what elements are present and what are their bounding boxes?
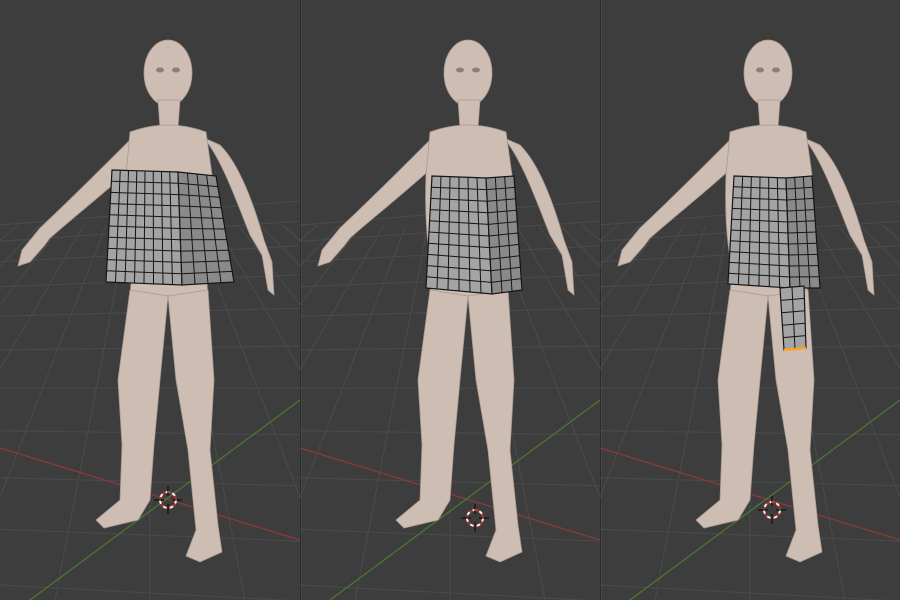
grid-line — [354, 224, 429, 600]
garment-mesh — [105, 169, 235, 286]
grid-line — [600, 224, 663, 306]
grid-line — [259, 224, 300, 267]
grid-line — [0, 224, 107, 499]
garment-mesh — [425, 175, 523, 295]
model-leg-right — [467, 289, 523, 563]
model-neck — [457, 99, 481, 129]
y-axis-line — [629, 399, 900, 600]
grid-line — [859, 224, 900, 267]
grid-line — [300, 224, 341, 267]
model-eye — [472, 67, 480, 73]
model-eye — [172, 67, 180, 73]
model-eye — [756, 67, 764, 73]
model-neck — [757, 99, 781, 129]
grid-line — [300, 224, 363, 306]
grid-line — [281, 224, 300, 242]
model-leg-left — [695, 289, 769, 529]
grid-line — [0, 224, 19, 242]
3d-cursor-icon — [758, 496, 786, 524]
grid-line — [600, 224, 619, 242]
y-axis-line — [329, 399, 600, 600]
model-eye — [456, 67, 464, 73]
grid-line — [600, 224, 707, 499]
viewport-canvas — [300, 39, 600, 600]
model-arm-left — [617, 137, 741, 267]
model-head — [443, 39, 493, 107]
model-leg-left — [95, 289, 169, 529]
model-neck — [157, 99, 181, 129]
viewport-canvas — [600, 39, 900, 600]
grid-line — [654, 224, 729, 600]
mesh-side — [485, 175, 523, 295]
viewport-canvas — [0, 39, 300, 600]
viewport-right[interactable] — [600, 0, 900, 600]
blender-multi-view-screenshot — [0, 0, 900, 600]
grid-line — [515, 224, 600, 370]
viewport-center[interactable] — [300, 0, 600, 600]
grid-line — [300, 224, 407, 499]
grid-line — [581, 224, 600, 242]
model-eye — [772, 67, 780, 73]
grid-line — [600, 224, 685, 370]
grid-line — [300, 224, 319, 242]
viewport-left[interactable] — [0, 0, 300, 600]
grid-line — [881, 224, 900, 242]
grid-line — [559, 224, 600, 267]
mesh-edge — [788, 253, 818, 256]
y-axis-line — [29, 399, 300, 600]
model-leg-right — [167, 289, 223, 563]
model-leg-left — [395, 289, 469, 529]
mesh-edge — [179, 228, 226, 230]
model-head — [143, 39, 193, 107]
grid-line — [600, 224, 641, 267]
grid-line — [815, 224, 900, 370]
grid-line — [0, 224, 85, 370]
model-head — [743, 39, 793, 107]
model-eye — [156, 67, 164, 73]
grid-line — [0, 224, 63, 306]
grid-line — [300, 224, 385, 370]
3d-cursor-icon — [461, 504, 489, 532]
model-arm-left — [317, 137, 441, 267]
grid-line — [0, 224, 41, 267]
